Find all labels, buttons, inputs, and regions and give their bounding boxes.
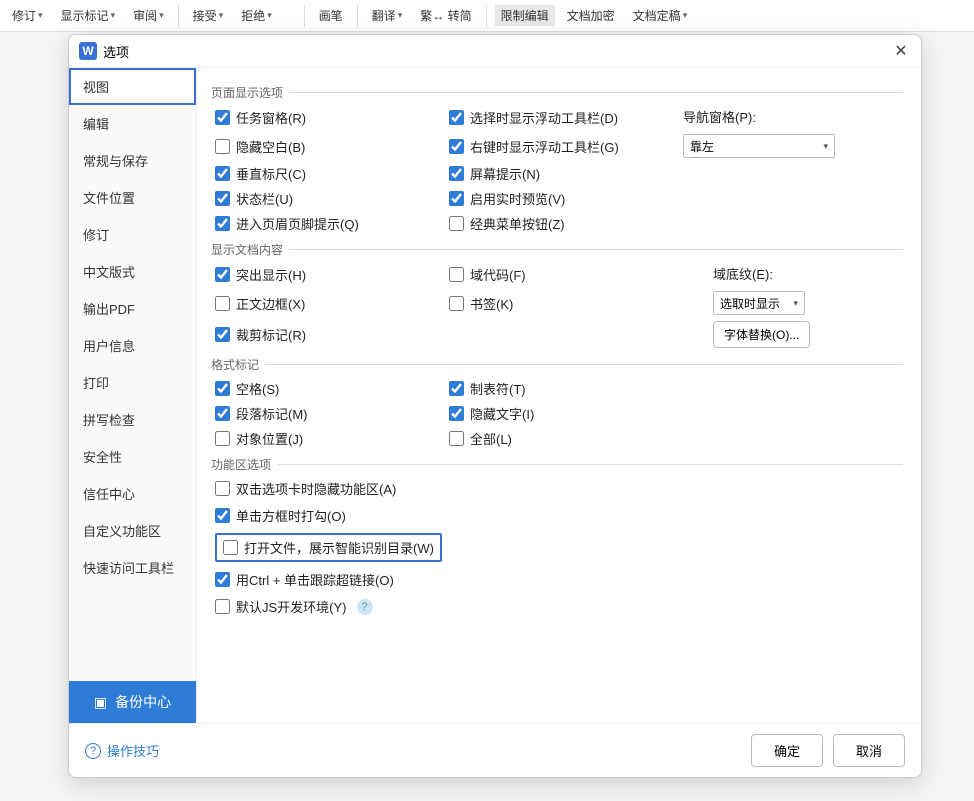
toolbar-btn[interactable]: 画笔: [313, 5, 349, 26]
ok-button[interactable]: 确定: [751, 734, 823, 767]
sidebar-item[interactable]: 自定义功能区: [69, 512, 196, 549]
tips-icon: ?: [85, 743, 101, 759]
page-display-checkbox[interactable]: 启用实时预览(V): [449, 189, 679, 208]
page-display-checkbox[interactable]: 经典菜单按钮(Z): [449, 214, 679, 233]
sidebar-item[interactable]: 文件位置: [69, 179, 196, 216]
highlighted-option: 打开文件，展示智能识别目录(W): [215, 533, 442, 562]
sidebar-item[interactable]: 安全性: [69, 438, 196, 475]
ribbon-opt-checkbox[interactable]: 默认JS开发环境(Y)?: [215, 597, 903, 616]
toolbar-btn[interactable]: [284, 14, 296, 18]
dialog-title: 选项: [103, 42, 129, 61]
options-dialog: W 选项 ✕ 视图编辑常规与保存文件位置修订中文版式输出PDF用户信息打印拼写检…: [68, 34, 922, 778]
section-doc-content: 显示文档内容: [211, 241, 903, 258]
sidebar-item[interactable]: 中文版式: [69, 253, 196, 290]
page-display-checkbox[interactable]: 隐藏空白(B): [215, 137, 445, 156]
toolbar-btn[interactable]: 审阅▾: [127, 5, 170, 26]
sidebar-item[interactable]: 视图: [69, 68, 196, 105]
toolbar-btn[interactable]: 繁↔ 转简: [414, 5, 477, 26]
format-marks-checkbox[interactable]: 对象位置(J): [215, 429, 445, 448]
toolbar-btn[interactable]: 翻译▾: [366, 5, 409, 26]
dialog-title-bar: W 选项 ✕: [69, 35, 921, 68]
doc-content-checkbox[interactable]: 突出显示(H): [215, 265, 445, 284]
sidebar-item[interactable]: 打印: [69, 364, 196, 401]
sidebar-item[interactable]: 输出PDF: [69, 290, 196, 327]
ribbon-opt-checkbox[interactable]: 打开文件，展示智能识别目录(W): [223, 538, 434, 557]
close-icon[interactable]: ✕: [891, 41, 911, 61]
ribbon-opt-checkbox[interactable]: 双击选项卡时隐藏功能区(A): [215, 479, 903, 498]
page-display-checkbox[interactable]: 屏幕提示(N): [449, 164, 679, 183]
field-shading-label: 域底纹(E):: [713, 264, 773, 283]
font-substitution-button[interactable]: 字体替换(O)...: [713, 321, 810, 348]
section-format-marks: 格式标记: [211, 356, 903, 373]
cancel-button[interactable]: 取消: [833, 734, 905, 767]
sidebar-item[interactable]: 快速访问工具栏: [69, 549, 196, 586]
sidebar: 视图编辑常规与保存文件位置修订中文版式输出PDF用户信息打印拼写检查安全性信任中…: [69, 68, 197, 723]
sidebar-item[interactable]: 编辑: [69, 105, 196, 142]
toolbar-btn[interactable]: 显示标记▾: [55, 5, 122, 26]
help-icon[interactable]: ?: [357, 599, 373, 615]
ribbon-opt-checkbox[interactable]: 用Ctrl + 单击跟踪超链接(O): [215, 570, 903, 589]
page-display-checkbox[interactable]: 选择时显示浮动工具栏(D): [449, 108, 679, 127]
doc-content-checkbox[interactable]: 域代码(F): [449, 265, 709, 284]
doc-content-checkbox[interactable]: 正文边框(X): [215, 294, 445, 313]
sidebar-item[interactable]: 常规与保存: [69, 142, 196, 179]
sidebar-item[interactable]: 信任中心: [69, 475, 196, 512]
nav-pane-label: 导航窗格(P):: [683, 107, 903, 126]
toolbar-btn[interactable]: 文档定稿▾: [627, 5, 694, 26]
page-display-checkbox[interactable]: 任务窗格(R): [215, 108, 445, 127]
toolbar-btn[interactable]: 限制编辑: [495, 5, 555, 26]
page-display-checkbox[interactable]: 进入页眉页脚提示(Q): [215, 214, 445, 233]
format-marks-checkbox[interactable]: 段落标记(M): [215, 404, 445, 423]
sidebar-item[interactable]: 修订: [69, 216, 196, 253]
ribbon-opt-checkbox[interactable]: 单击方框时打勾(O): [215, 506, 903, 525]
toolbar-btn[interactable]: 修订▾: [6, 5, 49, 26]
toolbar-btn[interactable]: 文档加密: [561, 5, 621, 26]
format-marks-checkbox[interactable]: 空格(S): [215, 379, 445, 398]
backup-center-button[interactable]: ▣ 备份中心: [69, 681, 196, 723]
format-marks-checkbox[interactable]: 制表符(T): [449, 379, 679, 398]
word-icon: W: [79, 42, 97, 60]
sidebar-item[interactable]: 拼写检查: [69, 401, 196, 438]
nav-pane-select[interactable]: 靠左▾: [683, 134, 835, 158]
page-display-checkbox[interactable]: 状态栏(U): [215, 189, 445, 208]
app-toolbar: 修订▾ 显示标记▾审阅▾ 接受▾拒绝▾ 画笔翻译▾繁↔ 转简限制编辑文档加密文档定稿▾: [0, 0, 974, 32]
tips-link[interactable]: ? 操作技巧: [85, 741, 159, 760]
backup-label: 备份中心: [115, 692, 171, 712]
format-marks-checkbox[interactable]: 全部(L): [449, 429, 679, 448]
field-shading-select[interactable]: 选取时显示▾: [713, 291, 805, 315]
toolbar-btn[interactable]: 接受▾: [187, 5, 230, 26]
page-display-checkbox[interactable]: 右键时显示浮动工具栏(G): [449, 137, 679, 156]
section-page-display: 页面显示选项: [211, 84, 903, 101]
sidebar-item[interactable]: 用户信息: [69, 327, 196, 364]
options-main: 页面显示选项 任务窗格(R)选择时显示浮动工具栏(D)导航窗格(P): 隐藏空白(…: [197, 68, 921, 723]
format-marks-checkbox[interactable]: 隐藏文字(I): [449, 404, 679, 423]
doc-content-checkbox[interactable]: 裁剪标记(R): [215, 325, 445, 344]
page-display-checkbox[interactable]: 垂直标尺(C): [215, 164, 445, 183]
section-ribbon-opts: 功能区选项: [211, 456, 903, 473]
dialog-footer: ? 操作技巧 确定 取消: [69, 723, 921, 777]
doc-content-checkbox[interactable]: 书签(K): [449, 294, 709, 313]
backup-icon: ▣: [94, 694, 107, 711]
toolbar-btn[interactable]: 拒绝▾: [235, 5, 278, 26]
